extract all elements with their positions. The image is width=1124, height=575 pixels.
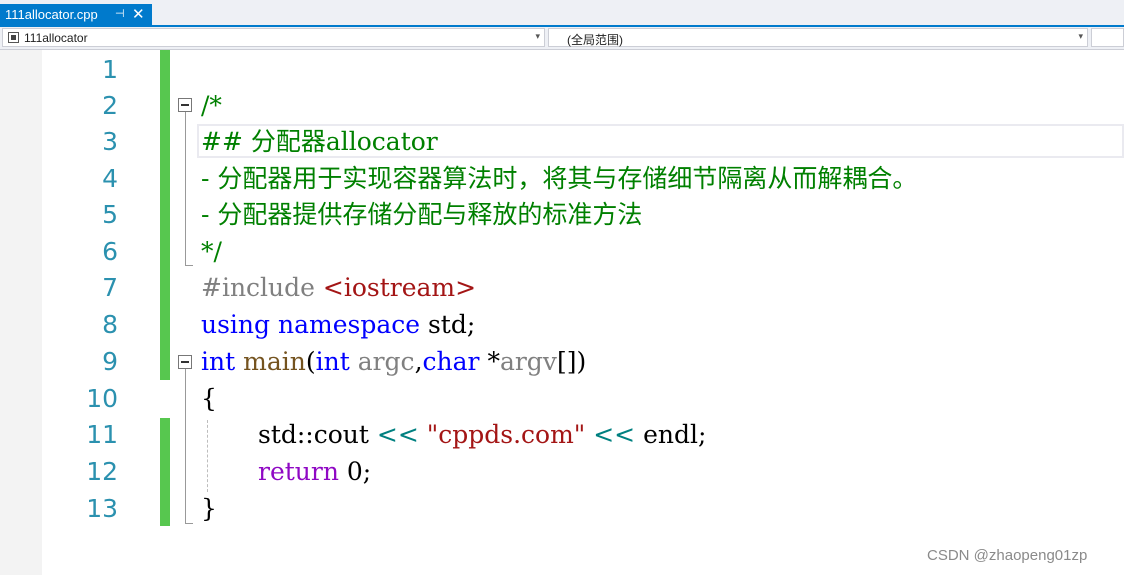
code-editor[interactable]: 1 2 3 4 5 6 7 8 9 10 11 12 13 /* ## 分配器a… (0, 50, 1124, 575)
code-line: - 分配器用于实现容器算法时，将其与存储细节隔离从而解耦合。 (201, 164, 918, 193)
line-number: 2 (102, 91, 118, 120)
line-number: 9 (102, 347, 118, 376)
preprocessor-directive: #include (201, 273, 323, 302)
keyword: int (315, 347, 350, 376)
operator: << (376, 420, 419, 449)
change-indicator-bar (160, 418, 170, 526)
keyword: char (422, 347, 480, 376)
code-line: /* (201, 91, 222, 120)
project-dropdown[interactable]: 111allocator ▾ (2, 28, 545, 47)
function-name: main (243, 347, 306, 376)
code-text: std::cout (258, 420, 377, 449)
code-text: endl; (635, 420, 707, 449)
project-icon (8, 32, 19, 43)
code-line: #include <iostream> (201, 270, 476, 306)
code-line: { (201, 384, 217, 413)
code-text: []) (556, 347, 587, 376)
indent-guide (207, 420, 208, 492)
code-text: 0; (338, 457, 372, 486)
document-tab-title: 111allocator.cpp (5, 7, 98, 22)
chevron-down-icon: ▾ (1078, 31, 1083, 41)
line-number: 12 (86, 457, 118, 486)
line-number: 6 (102, 237, 118, 266)
code-text: , (414, 347, 423, 376)
code-line: - 分配器提供存储分配与释放的标准方法 (201, 200, 643, 229)
line-number: 7 (102, 273, 118, 302)
code-line: ## 分配器allocator (201, 127, 438, 156)
code-text: ( (305, 347, 316, 376)
line-number: 11 (86, 420, 118, 449)
string-literal: "cppds.com" (426, 420, 586, 449)
parameter: argv (499, 347, 557, 376)
code-text: std; (420, 310, 476, 339)
include-header: <iostream> (322, 273, 477, 302)
keyword: namespace (277, 310, 421, 339)
code-text: * (479, 347, 500, 376)
code-line: using namespace std; (201, 307, 475, 343)
keyword: return (258, 457, 339, 486)
keyword: using (201, 310, 271, 339)
operator: << (593, 420, 636, 449)
project-dropdown-value: 111allocator (24, 31, 88, 45)
scope-dropdown-value: (全局范围) (567, 33, 623, 47)
line-number: 4 (102, 164, 118, 193)
code-line: return 0; (258, 454, 371, 490)
change-indicator-bar (160, 50, 170, 380)
close-icon[interactable]: ✕ (132, 5, 145, 23)
pin-icon[interactable]: ⊣ (115, 7, 125, 20)
line-number: 3 (102, 127, 118, 156)
document-tab-strip: 111allocator.cpp ⊣ ✕ (0, 0, 1124, 27)
editor-margin (0, 50, 42, 575)
collapse-icon[interactable] (178, 355, 192, 369)
scope-dropdown[interactable]: (全局范围) ▾ (548, 28, 1088, 47)
keyword: int (201, 347, 236, 376)
outline-line (185, 112, 186, 265)
line-number: 13 (86, 494, 118, 523)
code-line: std::cout << "cppds.com" << endl; (258, 417, 706, 453)
line-number: 1 (102, 55, 118, 84)
navigation-bar: 111allocator ▾ (全局范围) ▾ (0, 27, 1124, 50)
line-number: 5 (102, 200, 118, 229)
line-number: 10 (86, 384, 118, 413)
code-line: */ (201, 237, 222, 266)
outline-end (185, 523, 193, 524)
outline-line (185, 369, 186, 523)
parameter: argc (357, 347, 415, 376)
watermark: CSDN @zhaopeng01zp (927, 547, 1088, 564)
member-dropdown[interactable] (1091, 28, 1124, 47)
collapse-icon[interactable] (178, 98, 192, 112)
code-line: } (201, 494, 217, 523)
outline-end (185, 265, 193, 266)
document-tab[interactable]: 111allocator.cpp ⊣ ✕ (0, 4, 152, 26)
chevron-down-icon: ▾ (535, 31, 540, 41)
line-number: 8 (102, 310, 118, 339)
code-line: int main(int argc,char *argv[]) (201, 344, 586, 380)
